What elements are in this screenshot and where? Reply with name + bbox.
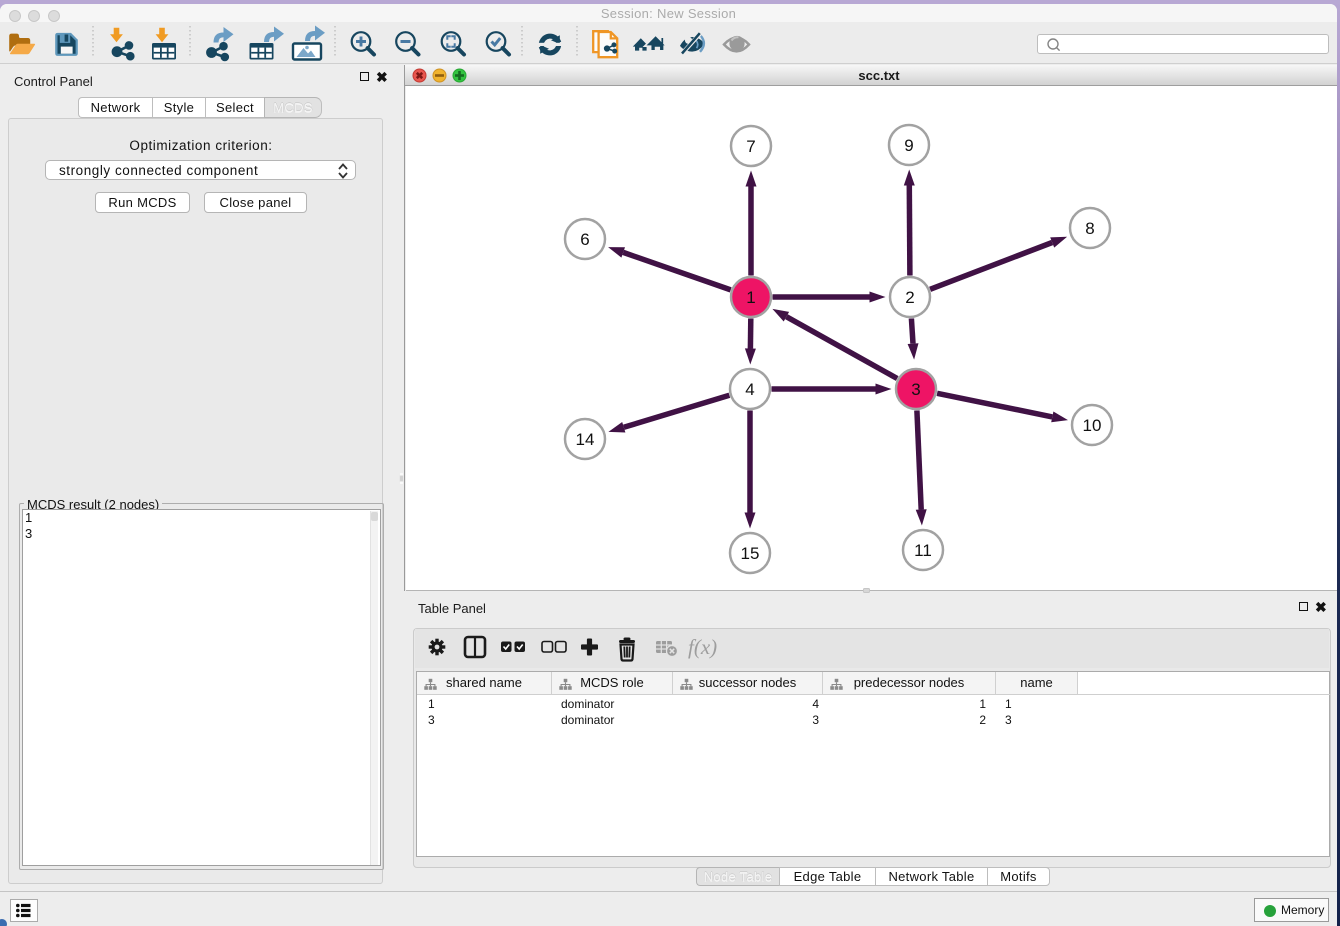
svg-text:9: 9 (904, 136, 913, 155)
svg-text:8: 8 (1085, 219, 1094, 238)
svg-text:10: 10 (1083, 416, 1102, 435)
svg-text:6: 6 (580, 230, 589, 249)
svg-text:2: 2 (905, 288, 914, 307)
svg-text:11: 11 (914, 541, 932, 560)
svg-text:14: 14 (576, 430, 595, 449)
svg-text:4: 4 (745, 380, 754, 399)
svg-text:15: 15 (741, 544, 760, 563)
svg-text:7: 7 (746, 137, 755, 156)
svg-text:1: 1 (746, 288, 755, 307)
svg-text:f(x): f(x) (688, 635, 717, 659)
svg-text:3: 3 (911, 380, 920, 399)
